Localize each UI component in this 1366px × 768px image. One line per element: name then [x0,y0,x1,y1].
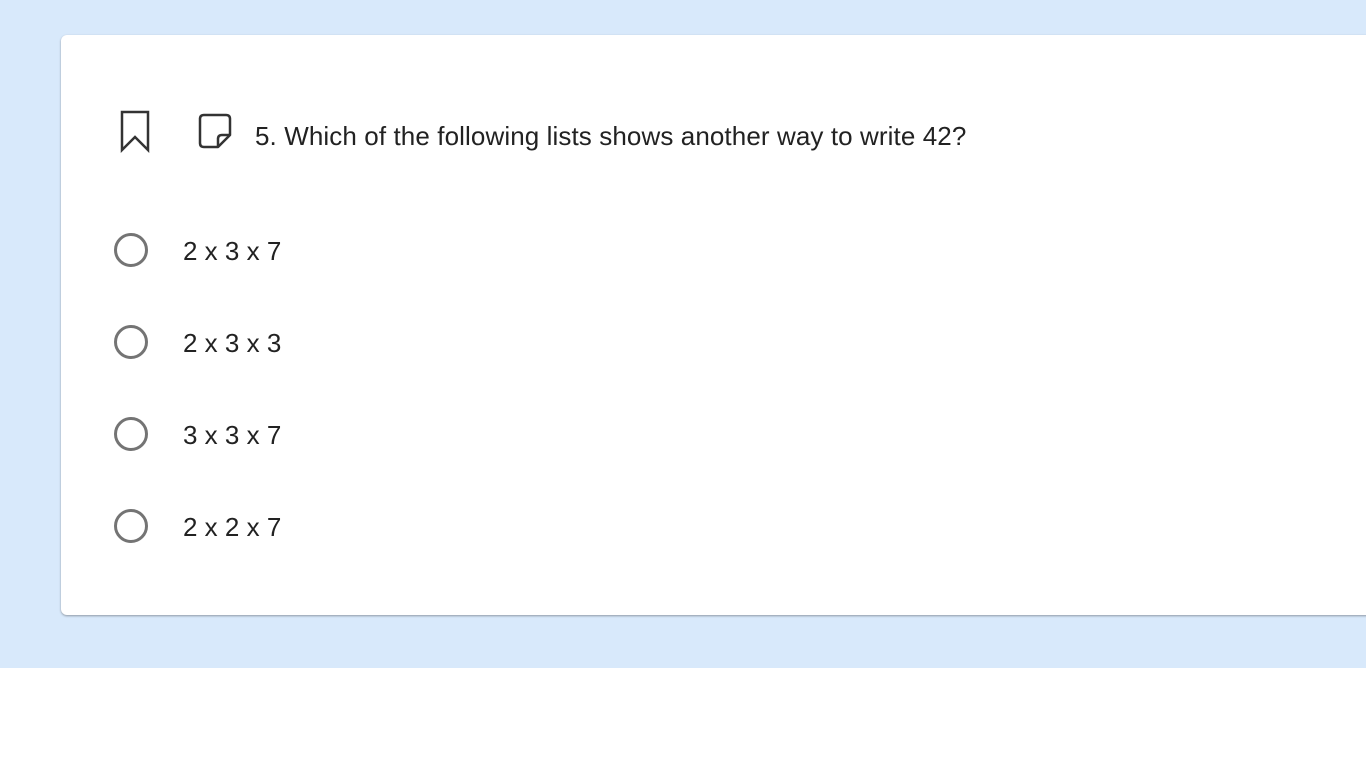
choice-label: 3 x 3 x 7 [183,420,282,450]
radio-button[interactable] [114,233,148,267]
radio-button[interactable] [114,325,148,359]
choice-label: 2 x 3 x 3 [183,328,282,358]
answer-choice[interactable]: 2 x 3 x 3 [111,317,611,373]
choice-label: 2 x 3 x 7 [183,236,282,266]
radio-button[interactable] [114,509,148,543]
question-card: 5. Which of the following lists shows an… [61,35,1366,615]
question-text: 5. Which of the following lists shows an… [255,121,967,151]
radio-button[interactable] [114,417,148,451]
sticky-note-icon [198,113,232,149]
answer-choice[interactable]: 2 x 3 x 7 [111,225,611,281]
choice-label: 2 x 2 x 7 [183,512,282,542]
question-header: 5. Which of the following lists shows an… [61,35,1366,235]
answer-choice[interactable]: 3 x 3 x 7 [111,409,611,465]
answer-choice[interactable]: 2 x 2 x 7 [111,501,611,557]
bookmark-icon [120,110,150,154]
bookmark-button[interactable] [115,109,155,154]
note-button[interactable] [195,111,235,151]
